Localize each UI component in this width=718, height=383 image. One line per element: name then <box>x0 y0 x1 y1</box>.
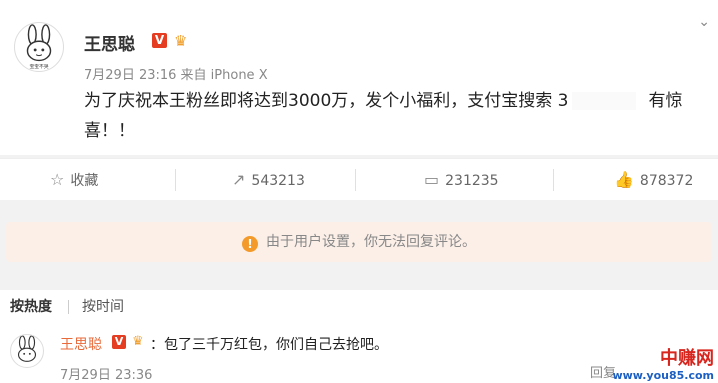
like-button[interactable]: 👍 878372 <box>614 159 693 201</box>
warning-icon: ! <box>242 236 258 252</box>
like-count: 878372 <box>639 173 694 189</box>
post-content: 为了庆祝本王粉丝即将达到3000万，发个小福利，支付宝搜索 3 有惊喜！！ <box>84 86 704 146</box>
verified-badge-icon: V <box>152 33 167 48</box>
comment-item: 王思聪 V ♛ ：包了三千万红包，你们自己去抢吧。 7月29日 23:36 回复 <box>0 324 718 383</box>
rabbit-avatar-icon <box>17 335 37 362</box>
repost-count: 543213 <box>251 173 305 189</box>
site-watermark: 中赚网 www.you85.com <box>612 348 714 382</box>
comment-icon: ▭ <box>424 170 440 189</box>
comment-button[interactable]: ▭ 231235 <box>424 159 499 201</box>
watermark-name: 中赚网 <box>660 348 714 369</box>
star-icon: ☆ <box>50 170 65 189</box>
sort-by-time-tab[interactable]: 按时间 <box>82 290 124 324</box>
weibo-post-card: 宝宝不哭 王思聪 V ♛ ⌄ 7月29日 23:16 来自 iPhone X 为… <box>0 0 718 155</box>
commenter-name[interactable]: 王思聪 <box>60 334 102 354</box>
favorite-label: 收藏 <box>70 173 99 189</box>
rabbit-avatar-icon: 宝宝不哭 <box>26 24 52 70</box>
verified-badge-icon: V <box>112 335 126 349</box>
comment-text: ：包了三千万红包，你们自己去抢吧。 <box>150 337 388 353</box>
action-bar: ☆ 收藏 ↗ 543213 ▭ 231235 👍 878372 <box>0 158 718 200</box>
author-avatar[interactable]: 宝宝不哭 <box>14 22 64 72</box>
repost-icon: ↗ <box>232 170 246 189</box>
comment-count: 231235 <box>445 173 499 189</box>
post-content-before: 为了庆祝本王粉丝即将达到3000万，发个小福利，支付宝搜索 3 <box>84 91 569 111</box>
commenter-avatar[interactable] <box>10 334 44 368</box>
svg-text:宝宝不哭: 宝宝不哭 <box>29 63 48 70</box>
repost-button[interactable]: ↗ 543213 <box>232 159 305 201</box>
watermark-url: www.you85.com <box>612 369 714 382</box>
author-name[interactable]: 王思聪 <box>84 30 135 55</box>
divider <box>553 169 554 191</box>
thumbs-up-icon: 👍 <box>614 170 634 189</box>
divider <box>175 169 176 191</box>
vip-crown-icon: ♛ <box>132 334 144 349</box>
comment-time: 7月29日 23:36 <box>60 368 153 383</box>
vip-crown-icon: ♛ <box>174 32 188 50</box>
favorite-button[interactable]: ☆ 收藏 <box>50 159 98 201</box>
reply-restricted-notice: ! 由于用户设置，你无法回复评论。 <box>6 222 712 262</box>
comment-sort-bar: 按热度 按时间 <box>0 290 718 324</box>
chevron-down-icon[interactable]: ⌄ <box>698 14 710 30</box>
divider <box>355 169 356 191</box>
sort-by-hot-tab[interactable]: 按热度 <box>10 290 52 324</box>
notice-text: 由于用户设置，你无法回复评论。 <box>266 234 476 250</box>
redacted-area <box>572 92 637 110</box>
post-meta: 7月29日 23:16 来自 iPhone X <box>84 68 268 83</box>
divider <box>68 300 69 314</box>
